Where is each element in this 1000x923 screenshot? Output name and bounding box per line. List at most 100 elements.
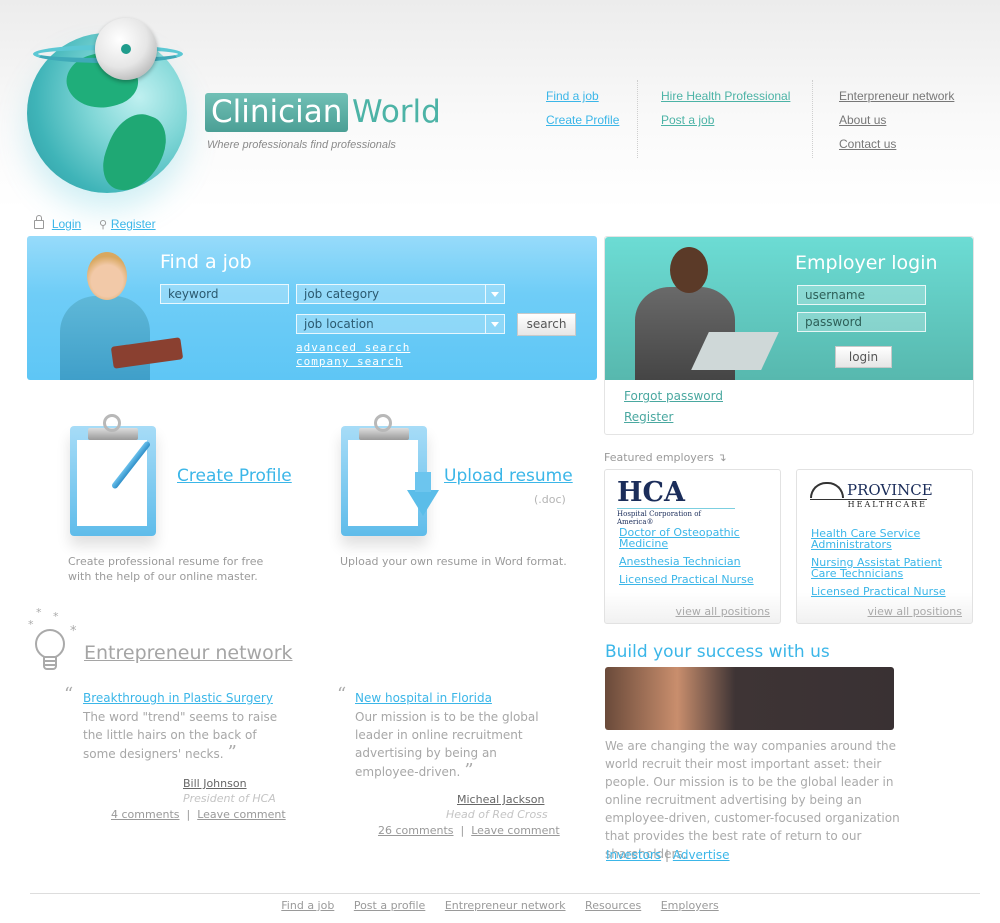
province-logo[interactable]: PROVINCE	[847, 481, 933, 499]
link-separator: |	[664, 848, 669, 862]
employer-card-hca: HCA Hospital Corporation of America® Doc…	[604, 469, 781, 624]
arrow-down-right-icon: ↴	[717, 451, 727, 464]
find-job-title: Find a job	[160, 251, 252, 273]
hca-logo-subtitle: Hospital Corporation of America®	[617, 508, 735, 526]
leave-comment-link[interactable]: Leave comment	[471, 824, 559, 837]
tagline: Where professionals find professionals	[207, 139, 396, 151]
hca-positions: Doctor of Osteopathic Medicine Anesthesi…	[619, 527, 780, 585]
nav-post-a-job[interactable]: Post a job	[661, 111, 790, 130]
featured-employers-heading: Featured employers ↴	[604, 450, 727, 465]
position-link[interactable]: Licensed Practical Nurse	[811, 586, 961, 597]
job-category-select[interactable]: job category	[296, 284, 505, 304]
comments-count-link[interactable]: 26 comments	[378, 824, 454, 837]
advanced-search-link[interactable]: advanced search	[296, 341, 410, 354]
keyword-input[interactable]: keyword	[160, 284, 289, 304]
close-quote-icon: ”	[227, 742, 237, 763]
province-logo-subtitle: HEALTHCARE	[810, 499, 927, 509]
key-icon: ⚲	[99, 218, 108, 231]
upload-resume-description: Upload your own resume in Word format.	[340, 555, 567, 568]
employer-login-header: Employer login username password login	[605, 237, 973, 380]
post-author-role: Head of Red Cross	[446, 808, 548, 821]
lock-icon	[34, 215, 44, 229]
position-link[interactable]: Licensed Practical Nurse	[619, 574, 780, 585]
post-title-link[interactable]: Breakthrough in Plastic Surgery	[83, 691, 273, 705]
employer-register-link[interactable]: Register	[624, 410, 673, 424]
province-positions: Health Care Service Administrators Nursi…	[811, 528, 961, 597]
position-link[interactable]: Nursing Assistat Patient Care Technician…	[811, 557, 961, 579]
create-profile-description: Create professional resume for free with…	[68, 555, 264, 583]
footer-post-a-profile[interactable]: Post a profile	[354, 899, 426, 912]
job-location-select[interactable]: job location	[296, 314, 505, 334]
view-all-positions-link[interactable]: view all positions	[676, 605, 770, 618]
post-body: Our mission is to be the global leader i…	[355, 708, 540, 781]
account-bar: Login ⚲ Register	[34, 215, 156, 231]
top-nav-col1: Find a job Create Profile	[546, 82, 619, 160]
nav-divider	[812, 80, 813, 158]
post-title-link[interactable]: New hospital in Florida	[355, 691, 492, 705]
nav-divider	[637, 80, 638, 158]
position-link[interactable]: Health Care Service Administrators	[811, 528, 961, 550]
username-input[interactable]: username	[797, 285, 926, 305]
post-author-link[interactable]: Bill Johnson	[183, 777, 247, 790]
footer-divider	[30, 893, 980, 894]
footer-employers[interactable]: Employers	[661, 899, 719, 912]
view-all-positions-link[interactable]: view all positions	[868, 605, 962, 618]
featured-employers-label: Featured employers	[604, 451, 714, 464]
employer-login-title: Employer login	[795, 252, 938, 274]
open-quote-icon: “	[337, 684, 347, 705]
lightbulb-icon: * * * *	[28, 606, 78, 676]
chevron-down-icon[interactable]	[485, 285, 504, 303]
nav-create-profile[interactable]: Create Profile	[546, 111, 619, 130]
post-body: The word "trend" seems to raise the litt…	[83, 708, 278, 763]
find-job-panel: Find a job keyword job category job loca…	[27, 236, 597, 380]
top-nav-col2: Hire Health Professional Post a job	[661, 82, 790, 160]
chevron-down-icon[interactable]	[485, 315, 504, 333]
advertise-link[interactable]: Advertise	[673, 848, 730, 862]
nav-hire-health-professional[interactable]: Hire Health Professional	[661, 87, 790, 106]
woman-photo	[605, 667, 894, 730]
open-quote-icon: “	[64, 684, 74, 705]
employer-card-province: PROVINCE HEALTHCARE Health Care Service …	[796, 469, 973, 624]
register-link[interactable]: Register	[111, 217, 156, 231]
position-link[interactable]: Anesthesia Technician	[619, 556, 780, 567]
upload-resume-link[interactable]: Upload resume	[444, 466, 573, 486]
build-success-links: Investors | Advertise	[606, 848, 730, 862]
nav-enterpreneur-network[interactable]: Enterpreneur network	[839, 87, 954, 106]
build-success-body: We are changing the way companies around…	[605, 739, 900, 861]
employer-login-panel: Employer login username password login F…	[604, 236, 974, 435]
brand-name-part1[interactable]: Clinician	[205, 93, 349, 132]
post-author-link[interactable]: Micheal Jackson	[457, 793, 544, 806]
nav-find-a-job[interactable]: Find a job	[546, 87, 619, 106]
footer-resources[interactable]: Resources	[585, 899, 641, 912]
clipboard-pen-icon	[70, 414, 156, 536]
job-category-value: job category	[304, 287, 380, 301]
create-profile-link[interactable]: Create Profile	[177, 466, 292, 486]
brand-name-part2[interactable]: World	[352, 93, 441, 132]
close-quote-icon: ”	[464, 760, 474, 781]
footer-entrepreneur-network[interactable]: Entrepreneur network	[445, 899, 566, 912]
position-link[interactable]: Doctor of Osteopathic Medicine	[619, 527, 780, 549]
comments-count-link[interactable]: 4 comments	[111, 808, 180, 821]
leave-comment-link[interactable]: Leave comment	[197, 808, 285, 821]
login-link[interactable]: Login	[52, 217, 81, 231]
nurse-photo	[52, 248, 184, 380]
footer-find-a-job[interactable]: Find a job	[281, 899, 334, 912]
post-comments-bar: 26 comments | Leave comment	[378, 824, 560, 837]
head-mirror-icon	[95, 18, 157, 80]
entrepreneur-network-heading[interactable]: Entrepreneur network	[84, 642, 293, 664]
forgot-password-link[interactable]: Forgot password	[624, 389, 723, 403]
job-location-value: job location	[304, 317, 374, 331]
post-body-text: The word "trend" seems to raise the litt…	[83, 710, 278, 761]
post-author-role: President of HCA	[183, 792, 276, 805]
search-button[interactable]: search	[517, 313, 576, 336]
nav-about-us[interactable]: About us	[839, 111, 954, 130]
nav-contact-us[interactable]: Contact us	[839, 135, 954, 154]
hca-logo[interactable]: HCA	[617, 478, 685, 508]
company-search-link[interactable]: company search	[296, 355, 403, 368]
top-nav-col3: Enterpreneur network About us Contact us	[839, 82, 954, 160]
password-input[interactable]: password	[797, 312, 926, 332]
investors-link[interactable]: Investors	[606, 848, 661, 862]
build-success-heading: Build your success with us	[605, 642, 830, 662]
login-button[interactable]: login	[835, 346, 892, 368]
upload-resume-format: (.doc)	[534, 493, 566, 506]
